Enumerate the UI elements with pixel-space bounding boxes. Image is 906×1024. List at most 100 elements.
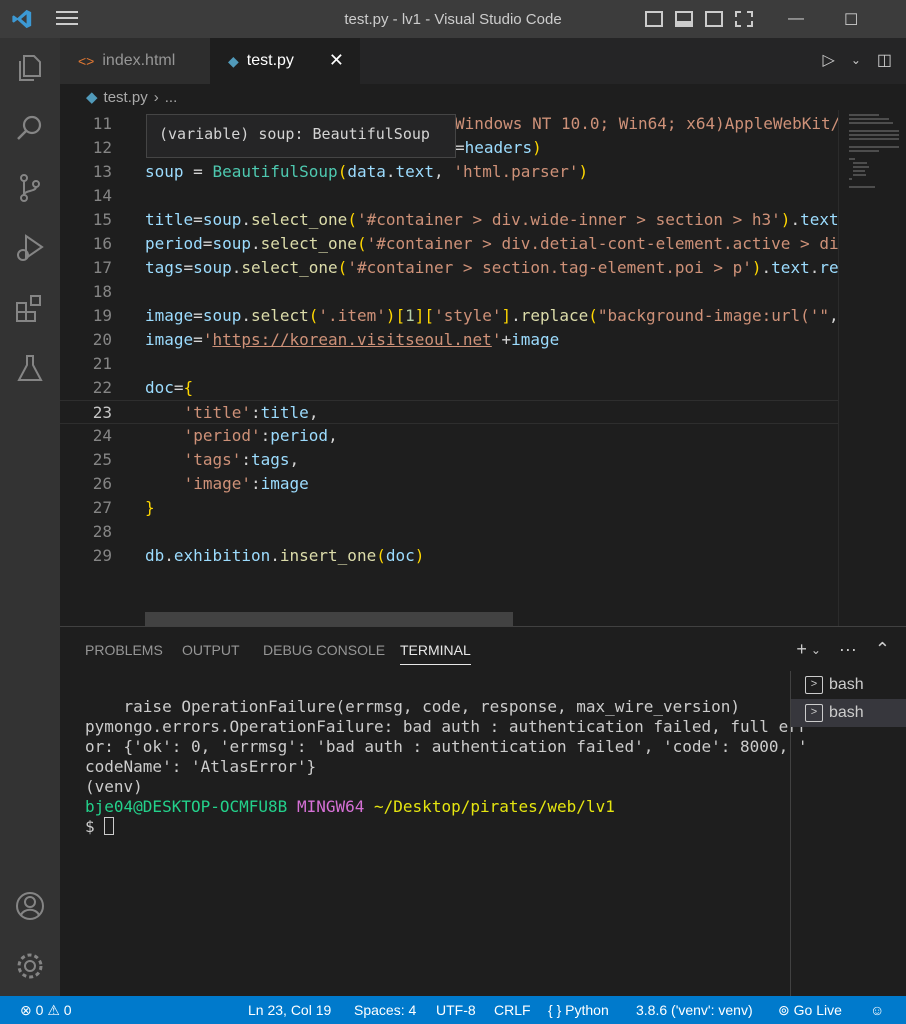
terminal-line: pymongo.errors.OperationFailure: bad aut… xyxy=(85,717,808,736)
code-line[interactable]: 23 'title':title, xyxy=(60,400,838,424)
code-line[interactable]: 24 'period':period, xyxy=(60,424,838,448)
run-dropdown-icon[interactable]: ⌄ xyxy=(851,50,861,70)
minimap[interactable] xyxy=(838,110,906,626)
terminal-item-bash-2[interactable]: > bash xyxy=(791,699,906,727)
code-line[interactable]: 17 tags=soup.select_one('#container > sec… xyxy=(60,256,839,280)
python-file-icon: ◆ xyxy=(86,89,98,106)
code-editor[interactable]: (variable) soup: BeautifulSoup 11 Windows… xyxy=(60,110,906,626)
tab-problems[interactable]: PROBLEMS xyxy=(85,642,163,658)
line-number: 15 xyxy=(92,210,112,229)
status-bar: ⊗ 0 ⚠ 0 Ln 23, Col 19 Spaces: 4 UTF-8 CR… xyxy=(0,996,906,1024)
code-line[interactable]: 25 'tags':tags, xyxy=(60,448,838,472)
account-icon[interactable] xyxy=(14,890,46,922)
horizontal-scrollbar[interactable] xyxy=(145,612,513,626)
line-code: doc={ xyxy=(145,378,194,397)
html-file-icon: <> xyxy=(78,53,95,69)
run-debug-icon[interactable] xyxy=(14,232,46,264)
title-bar: test.py - lv1 - Visual Studio Code — ☐ xyxy=(0,0,906,38)
toggle-primary-sidebar-icon[interactable] xyxy=(645,11,663,27)
line-code: soup = BeautifulSoup(data.text, 'html.pa… xyxy=(145,162,589,181)
code-line[interactable]: 15 title=soup.select_one('#container > di… xyxy=(60,208,839,232)
code-line[interactable]: 20 image='https://korean.visitseoul.net'+… xyxy=(60,328,838,352)
new-terminal-icon[interactable]: + xyxy=(796,639,807,660)
line-number: 12 xyxy=(92,138,112,157)
panel-actions: + ⌄ ··· ⌃ xyxy=(796,639,890,660)
minimize-button[interactable]: — xyxy=(788,10,804,28)
code-line[interactable]: 14 xyxy=(60,184,838,208)
line-code: =headers) xyxy=(455,138,542,157)
line-number: 21 xyxy=(92,354,112,373)
encoding[interactable]: UTF-8 xyxy=(436,1002,476,1018)
terminal-dropdown-icon[interactable]: ⌄ xyxy=(811,639,821,660)
search-icon[interactable] xyxy=(14,112,46,144)
terminal-icon: > xyxy=(805,676,823,694)
testing-flask-icon[interactable] xyxy=(14,352,46,384)
terminal-item-bash-1[interactable]: > bash xyxy=(791,671,906,699)
line-code: 'tags':tags, xyxy=(183,450,300,469)
terminal-list: > bash > bash xyxy=(790,671,906,997)
prompt-path: ~/Desktop/pirates/web/lv1 xyxy=(374,797,615,816)
line-number: 13 xyxy=(92,162,112,181)
line-code: Windows NT 10.0; Win64; x64)AppleWebKit/ xyxy=(455,114,841,133)
activity-bar xyxy=(0,38,60,996)
problems-status[interactable]: ⊗ 0 ⚠ 0 xyxy=(20,1002,72,1019)
broadcast-icon: ⊚ xyxy=(778,1002,790,1018)
line-code: period=soup.select_one('#container > div… xyxy=(145,234,839,253)
terminal-cursor xyxy=(104,817,115,835)
code-line[interactable]: 26 'image':image xyxy=(60,472,838,496)
explorer-icon[interactable] xyxy=(14,52,46,84)
tab-test-py[interactable]: ◆ test.py ✕ xyxy=(210,38,360,84)
extensions-icon[interactable] xyxy=(14,292,46,324)
line-code: title=soup.select_one('#container > div.… xyxy=(145,210,839,229)
editor-tabs: <> index.html ◆ test.py ✕ ▷ ⌄ ◫ xyxy=(60,38,906,84)
breadcrumb-symbols[interactable]: ... xyxy=(165,89,178,106)
line-number: 20 xyxy=(92,330,112,349)
split-editor-icon[interactable]: ◫ xyxy=(877,50,892,70)
tab-debug-console[interactable]: DEBUG CONSOLE xyxy=(263,642,385,658)
indentation[interactable]: Spaces: 4 xyxy=(354,1002,416,1018)
settings-gear-icon[interactable] xyxy=(14,950,46,982)
language-label: Python xyxy=(565,1002,609,1018)
breadcrumb: ◆ test.py › ... xyxy=(60,84,906,110)
close-tab-icon[interactable]: ✕ xyxy=(329,50,344,71)
terminal-item-label: bash xyxy=(829,704,864,721)
code-line[interactable]: 21 xyxy=(60,352,838,376)
code-line[interactable]: 19 image=soup.select('.item')[1]['style']… xyxy=(60,304,839,328)
python-interpreter[interactable]: 3.8.6 ('venv': venv) xyxy=(636,1002,753,1018)
feedback-icon[interactable]: ☺ xyxy=(870,1002,884,1018)
tab-index-html[interactable]: <> index.html xyxy=(60,38,210,84)
line-number: 29 xyxy=(92,546,112,565)
code-line[interactable]: 29 db.exhibition.insert_one(doc) xyxy=(60,544,838,568)
cursor-position[interactable]: Ln 23, Col 19 xyxy=(248,1002,331,1018)
tab-output[interactable]: OUTPUT xyxy=(182,642,240,658)
terminal-output[interactable]: raise OperationFailure(errmsg, code, res… xyxy=(85,677,808,877)
go-live-button[interactable]: ⊚ Go Live xyxy=(778,1002,842,1019)
run-python-file-icon[interactable]: ▷ xyxy=(823,50,835,70)
code-line[interactable]: 27} xyxy=(60,496,838,520)
toggle-panel-icon[interactable] xyxy=(675,11,693,27)
source-control-icon[interactable] xyxy=(14,172,46,204)
code-line[interactable]: 18 xyxy=(60,280,838,304)
warning-icon: ⚠ xyxy=(47,1002,60,1018)
maximize-panel-icon[interactable]: ⌃ xyxy=(875,639,890,660)
go-live-label: Go Live xyxy=(793,1002,842,1018)
terminal-input-line: $ xyxy=(85,817,765,837)
error-icon: ⊗ xyxy=(20,1002,32,1018)
terminal-prompt: bje04@DESKTOP-OCMFU8B MINGW64 ~/Desktop/… xyxy=(85,797,765,817)
breadcrumb-file[interactable]: test.py xyxy=(104,89,148,106)
end-of-line[interactable]: CRLF xyxy=(494,1002,531,1018)
line-code: tags=soup.select_one('#container > secti… xyxy=(145,258,839,277)
line-number: 27 xyxy=(92,498,112,517)
toggle-secondary-sidebar-icon[interactable] xyxy=(705,11,723,27)
tab-terminal[interactable]: TERMINAL xyxy=(400,642,471,665)
maximize-button[interactable]: ☐ xyxy=(844,10,858,30)
customize-layout-icon[interactable] xyxy=(735,11,753,27)
code-line[interactable]: 22 doc={ xyxy=(60,376,838,400)
code-line[interactable]: 13 soup = BeautifulSoup(data.text, 'html.… xyxy=(60,160,838,184)
editor-actions: ▷ ⌄ ◫ xyxy=(823,50,893,70)
tab-label: test.py xyxy=(246,52,294,69)
code-line[interactable]: 28 xyxy=(60,520,838,544)
more-actions-icon[interactable]: ··· xyxy=(839,639,857,660)
language-mode[interactable]: { } Python xyxy=(548,1002,609,1018)
code-line[interactable]: 16 period=soup.select_one('#container > d… xyxy=(60,232,839,256)
